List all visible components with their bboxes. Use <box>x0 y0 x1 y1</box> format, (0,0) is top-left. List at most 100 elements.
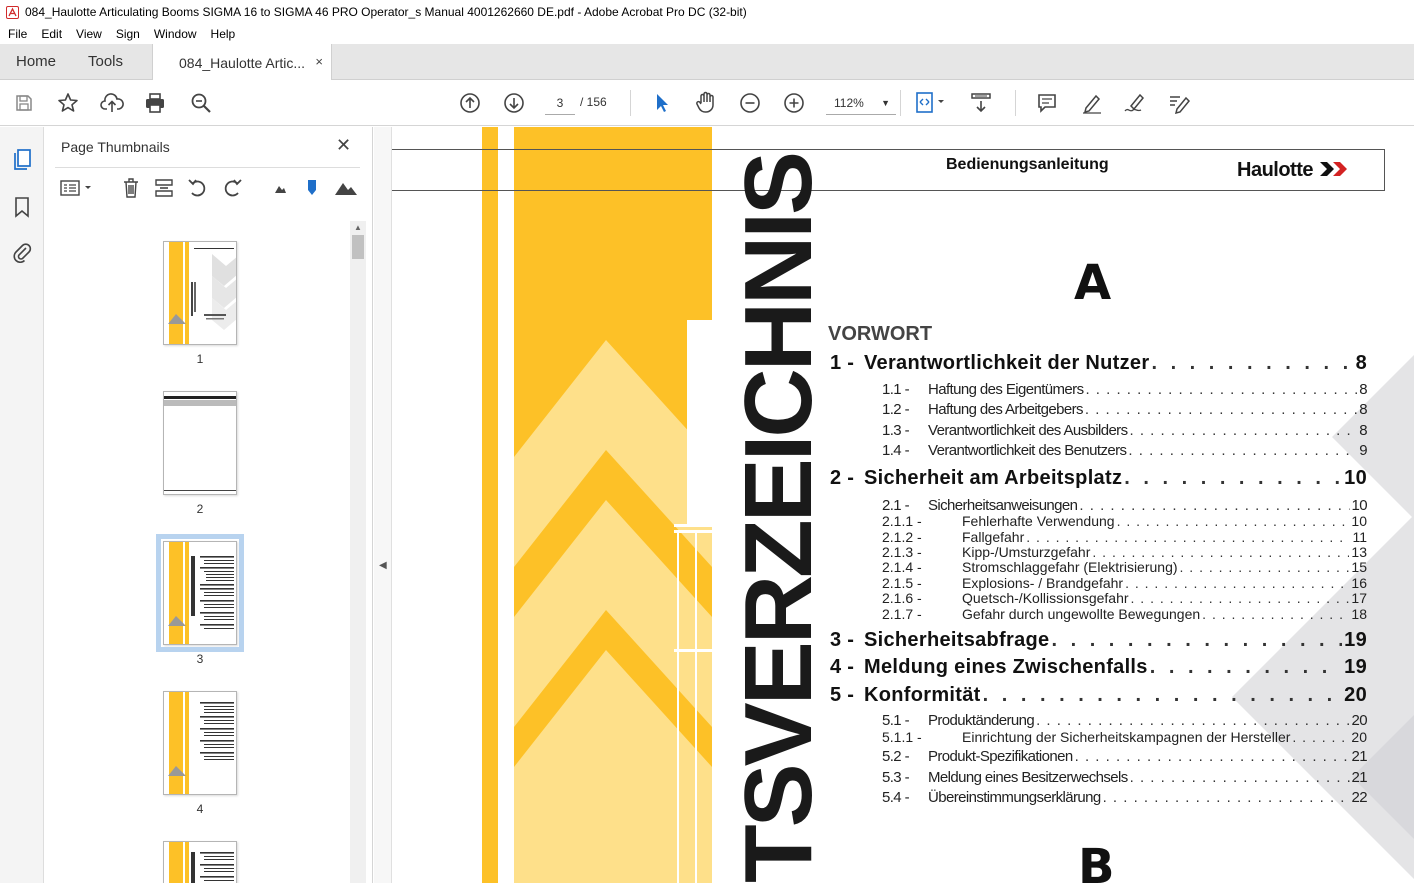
toc-page-number: 13 <box>1351 544 1367 560</box>
thumbnail-smaller-icon[interactable] <box>269 177 291 199</box>
next-page-icon[interactable] <box>502 91 526 115</box>
tab-tools[interactable]: Tools <box>88 44 123 80</box>
toc-title: Produkt-Spezifikationen <box>928 748 1073 765</box>
zoom-level-select[interactable]: 112% ▼ <box>826 91 896 115</box>
menu-sign[interactable]: Sign <box>108 27 146 41</box>
toc-row-level-2[interactable]: 1.4 - Verantwortlichkeit des Benutzers. .… <box>882 442 1368 459</box>
toc-leader-dots: . . . . . . . . . . . . . . . . . . . . … <box>1102 789 1350 806</box>
hand-tool-icon[interactable] <box>694 91 718 115</box>
toc-number: 2.1 - <box>882 497 910 514</box>
section-letter-b: B <box>1078 839 1115 883</box>
previous-page-icon[interactable] <box>458 91 482 115</box>
toc-number: 2.1.6 - <box>882 590 922 606</box>
toc-row-level-3[interactable]: 2.1.1 - Fehlerhafte Verwendung. . . . . .… <box>882 513 1367 529</box>
toc-number: 1 - <box>830 352 855 374</box>
rotate-counterclockwise-icon[interactable] <box>187 177 209 199</box>
page-thumbnail-3-selected[interactable] <box>156 534 244 652</box>
upload-cloud-icon[interactable] <box>100 91 124 115</box>
fit-page-icon[interactable] <box>913 91 947 115</box>
toc-row-level-3[interactable]: 2.1.5 - Explosions- / Brandgefahr. . . . … <box>882 575 1367 591</box>
attachment-paperclip-icon[interactable] <box>10 240 34 264</box>
toc-page-number: 8 <box>1359 401 1367 418</box>
rotate-clockwise-icon[interactable] <box>221 177 243 199</box>
toc-row-level-2[interactable]: 1.1 - Haftung des Eigentümers. . . . . . … <box>882 381 1368 398</box>
toc-row-level-2[interactable]: 1.2 - Haftung des Arbeitgebers. . . . . .… <box>882 401 1368 418</box>
toc-row-level-3[interactable]: 5.1.1 - Einrichtung der Sicherheitskampag… <box>882 729 1367 745</box>
toc-leader-dots: . . . . . . . . . . . . . . . . . . . . … <box>1124 467 1342 489</box>
thumbnail-size-slider-icon[interactable] <box>301 177 323 199</box>
toc-row-level-2[interactable]: 5.3 - Meldung eines Besitzerwechsels. . .… <box>882 769 1368 786</box>
select-cursor-icon[interactable] <box>650 91 674 115</box>
tab-close-icon[interactable]: × <box>315 54 323 69</box>
toc-title: Kipp-/Umsturzgefahr <box>962 544 1091 560</box>
toc-page-number: 8 <box>1359 381 1367 398</box>
toc-row-level-2[interactable]: 1.3 - Verantwortlichkeit des Ausbilders. … <box>882 422 1368 439</box>
toc-title: Sicherheitsanweisungen <box>928 497 1078 514</box>
toc-title: Sicherheit am Arbeitsplatz <box>864 467 1123 489</box>
toc-row-level-3[interactable]: 2.1.6 - Quetsch-/Kollissionsgefahr. . . .… <box>882 590 1367 606</box>
toc-number: 5.1 - <box>882 712 910 729</box>
zoom-search-icon[interactable] <box>189 91 213 115</box>
scroll-mode-icon[interactable] <box>969 91 993 115</box>
scroll-up-icon[interactable]: ▲ <box>354 223 362 232</box>
toc-row-level-1[interactable]: 3 - Sicherheitsabfrage . . . . . . . . .… <box>830 629 1367 652</box>
bookmark-icon[interactable] <box>10 195 34 219</box>
toc-number: 5.4 - <box>882 789 910 806</box>
print-icon[interactable] <box>143 91 167 115</box>
toc-row-level-3[interactable]: 2.1.7 - Gefahr durch ungewollte Bewegunge… <box>882 606 1367 622</box>
toc-row-level-2[interactable]: 5.2 - Produkt-Spezifikationen. . . . . . … <box>882 748 1368 765</box>
vertical-section-title: TSVERZEICHNIS <box>725 153 832 883</box>
toc-page-number: 20 <box>1351 729 1367 745</box>
tab-document[interactable]: 084_Haulotte Artic... × <box>152 44 332 81</box>
page-number-input[interactable]: 3 <box>545 91 575 115</box>
page-thumbnails-icon[interactable] <box>10 147 34 171</box>
menu-view[interactable]: View <box>68 27 108 41</box>
zoom-out-icon[interactable] <box>738 91 762 115</box>
document-view[interactable]: Bedienungsanleitung Haulotte TSVERZEICHN… <box>392 127 1414 883</box>
page-thumbnail-5[interactable] <box>163 841 237 883</box>
highlight-pen-icon[interactable] <box>1080 91 1104 115</box>
toc-row-level-1[interactable]: 2 - Sicherheit am Arbeitsplatz . . . . .… <box>830 467 1367 490</box>
page-thumbnail-4[interactable] <box>163 691 237 795</box>
delete-trash-icon[interactable] <box>120 177 142 199</box>
toolbar-separator <box>630 90 631 116</box>
toc-row-level-2[interactable]: 2.1 - Sicherheitsanweisungen. . . . . . .… <box>882 497 1368 514</box>
sign-pen-icon[interactable] <box>1123 91 1147 115</box>
thumbnail-options-icon[interactable] <box>59 177 95 199</box>
close-icon[interactable]: ✕ <box>336 135 351 156</box>
menu-window[interactable]: Window <box>146 27 203 41</box>
toc-row-level-2[interactable]: 5.1 - Produktänderung. . . . . . . . . . … <box>882 712 1368 729</box>
toc-row-level-1[interactable]: 4 - Meldung eines Zwischenfalls . . . . … <box>830 656 1367 679</box>
page-thumbnail-1[interactable] <box>163 241 237 345</box>
star-icon[interactable] <box>56 91 80 115</box>
scrollbar-thumb[interactable] <box>352 235 364 259</box>
toc-leader-dots: . . . . . . . . . . . . . . . . . . . . … <box>1084 401 1357 418</box>
tab-home[interactable]: Home <box>16 44 56 80</box>
save-icon[interactable] <box>12 91 36 115</box>
left-navigation-rail <box>0 127 44 883</box>
page-thumbnails-panel: Page Thumbnails ✕ 1 2 3 4 ▲ <box>45 127 373 883</box>
edit-pdf-icon[interactable] <box>1167 91 1191 115</box>
toc-leader-dots: . . . . . . . . . . . . . . . . . . . . … <box>1202 606 1349 622</box>
panel-collapse-handle[interactable]: ◀ <box>374 127 392 883</box>
thumbnail-larger-icon[interactable] <box>333 177 359 199</box>
comment-icon[interactable] <box>1035 91 1059 115</box>
toc-row-level-3[interactable]: 2.1.2 - Fallgefahr. . . . . . . . . . . .… <box>882 529 1367 545</box>
menu-help[interactable]: Help <box>203 27 242 41</box>
toc-row-level-3[interactable]: 2.1.3 - Kipp-/Umsturzgefahr. . . . . . . … <box>882 544 1367 560</box>
insert-pages-icon[interactable] <box>153 177 175 199</box>
page-thumbnail-2[interactable] <box>163 391 237 495</box>
menu-file[interactable]: File <box>0 27 33 41</box>
toc-title: Meldung eines Zwischenfalls <box>864 656 1148 678</box>
toc-row-level-1[interactable]: 5 - Konformität . . . . . . . . . . . . … <box>830 684 1367 707</box>
thumbnail-scrollbar[interactable]: ▲ <box>350 221 366 883</box>
toc-row-level-1[interactable]: 1 - Verantwortlichkeit der Nutzer . . . … <box>830 352 1367 375</box>
zoom-in-icon[interactable] <box>782 91 806 115</box>
toc-row-level-3[interactable]: 2.1.4 - Stromschlaggefahr (Elektrisierung… <box>882 559 1367 575</box>
toc-row-level-2[interactable]: 5.4 - Übereinstimmungserklärung. . . . . … <box>882 789 1368 806</box>
toc-title: Übereinstimmungserklärung <box>928 789 1101 806</box>
toc-number: 2 - <box>830 467 855 489</box>
menu-edit[interactable]: Edit <box>33 27 68 41</box>
chevron-down-icon: ▼ <box>881 98 890 108</box>
toc-page-number: 10 <box>1351 497 1368 514</box>
